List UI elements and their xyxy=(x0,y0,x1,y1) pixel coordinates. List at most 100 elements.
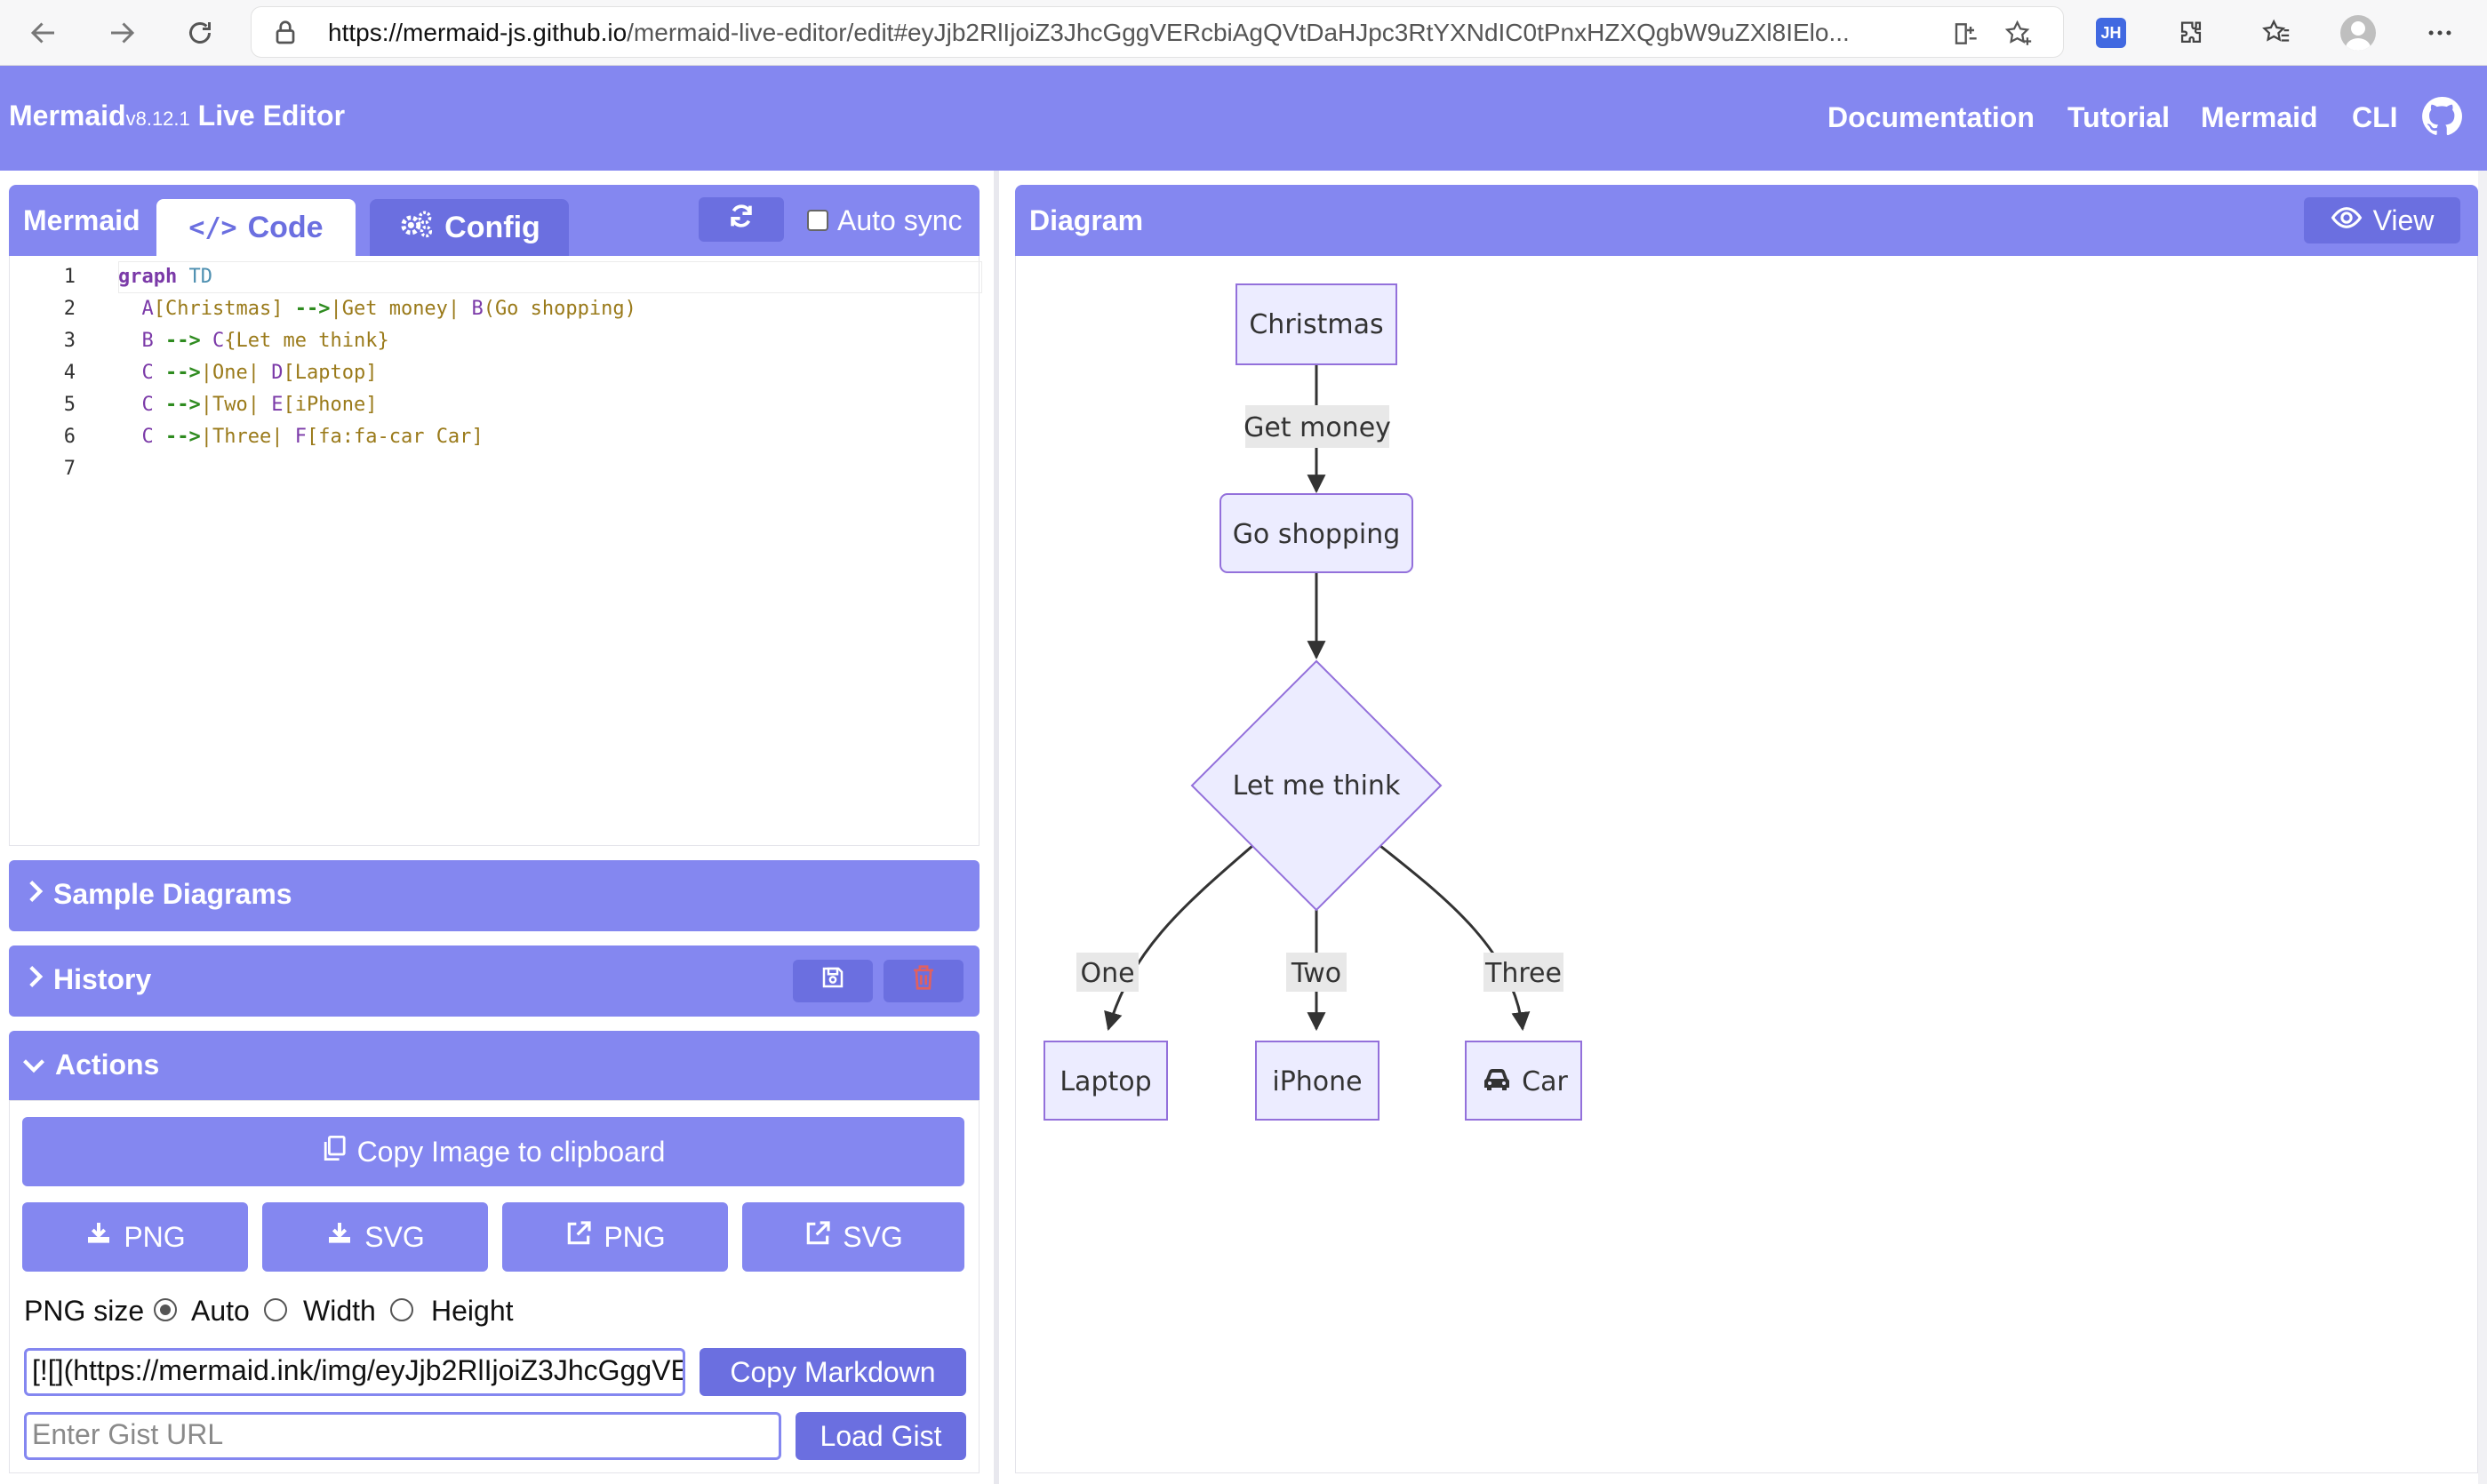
open-svg-button[interactable]: SVG xyxy=(742,1202,964,1272)
add-favorite-icon[interactable] xyxy=(2001,16,2036,52)
tab-config[interactable]: Config xyxy=(370,199,569,256)
code-line-2: A[Christmas] -->|Get money| B(Go shoppin… xyxy=(141,298,636,320)
sample-diagrams-title: Sample Diagrams xyxy=(27,878,292,911)
panel-divider[interactable] xyxy=(994,171,999,1484)
lock-icon xyxy=(269,16,301,48)
save-icon xyxy=(820,964,846,998)
nav-link-cli[interactable]: CLI xyxy=(2352,101,2398,134)
node-christmas-label: Christmas xyxy=(1249,309,1383,340)
reload-icon[interactable] xyxy=(176,9,224,57)
png-size-auto-radio[interactable] xyxy=(154,1298,177,1321)
png-size-label: PNG size xyxy=(24,1295,145,1327)
diagram-panel-title: Diagram xyxy=(1029,204,1144,236)
favorites-icon[interactable] xyxy=(2254,11,2299,55)
line-number: 1 xyxy=(63,266,76,288)
diagram-panel-header: Diagram View xyxy=(1015,185,2478,256)
auto-sync-checkbox[interactable] xyxy=(807,210,828,231)
code-icon: </> xyxy=(188,211,237,243)
edge-label-two: Two xyxy=(1291,958,1341,989)
copy-image-button[interactable]: Copy Image to clipboard xyxy=(22,1117,964,1186)
line-number: 3 xyxy=(63,330,76,352)
address-bar[interactable]: https://mermaid-js.github.io/mermaid-liv… xyxy=(251,6,2064,58)
edge-label-get-money: Get money xyxy=(1244,412,1391,443)
sample-diagrams-accordion[interactable]: Sample Diagrams xyxy=(9,860,980,931)
actions-title: Actions xyxy=(21,1049,159,1081)
code-editor[interactable]: 1 2 3 4 5 6 7 graph TD A[Christmas] -->|… xyxy=(9,256,982,846)
download-icon xyxy=(325,1219,354,1255)
browser-toolbar: https://mermaid-js.github.io/mermaid-liv… xyxy=(0,0,2487,66)
edge-one xyxy=(1104,844,1253,1032)
app-header: Mermaidv8.12.1 Live Editor Documentation… xyxy=(0,66,2487,171)
actions-accordion[interactable]: Actions xyxy=(9,1031,980,1102)
external-link-icon xyxy=(564,1219,593,1255)
line-number: 4 xyxy=(63,362,76,384)
line-number: 2 xyxy=(63,298,76,320)
line-number: 7 xyxy=(63,458,76,480)
chevron-right-icon xyxy=(27,963,44,996)
clear-history-button[interactable] xyxy=(884,960,964,1002)
png-size-width-radio[interactable] xyxy=(264,1298,287,1321)
save-history-button[interactable] xyxy=(793,960,873,1002)
node-go-shopping-label: Go shopping xyxy=(1233,519,1401,550)
edge-label-one: One xyxy=(1080,958,1134,989)
code-line-5: C -->|Two| E[iPhone] xyxy=(141,394,378,416)
url-text: https://mermaid-js.github.io/mermaid-liv… xyxy=(328,19,1850,46)
external-link-icon xyxy=(804,1219,832,1255)
edge-label-three: Three xyxy=(1484,958,1562,989)
tab-code[interactable]: </> Code xyxy=(156,199,356,256)
png-size-height-radio[interactable] xyxy=(390,1298,413,1321)
png-size-width-label[interactable]: Width xyxy=(303,1295,376,1328)
more-menu-icon[interactable] xyxy=(2418,11,2462,55)
line-number: 6 xyxy=(63,426,76,448)
app-title[interactable]: Mermaidv8.12.1 Live Editor xyxy=(9,100,345,132)
open-png-button[interactable]: PNG xyxy=(502,1202,728,1272)
actions-panel: Copy Image to clipboard PNG SVG PNG SVG … xyxy=(9,1100,980,1473)
node-car-label: Car xyxy=(1522,1066,1568,1097)
extension-jh-icon[interactable]: JH xyxy=(2089,11,2133,55)
chevron-right-icon xyxy=(27,878,44,911)
node-iphone-label: iPhone xyxy=(1272,1066,1362,1097)
nav-link-mermaid[interactable]: Mermaid xyxy=(2201,101,2318,134)
load-gist-button[interactable]: Load Gist xyxy=(796,1412,966,1460)
gears-icon xyxy=(398,209,434,247)
profile-avatar[interactable] xyxy=(2336,11,2380,55)
code-line-4: C -->|One| D[Laptop] xyxy=(141,362,378,384)
code-line-3: B --> C{Let me think} xyxy=(141,330,389,352)
png-size-auto-label[interactable]: Auto xyxy=(191,1295,250,1328)
history-title: History xyxy=(27,963,151,996)
download-svg-button[interactable]: SVG xyxy=(262,1202,488,1272)
gist-url-input[interactable]: Enter Gist URL xyxy=(24,1412,781,1460)
nav-link-documentation[interactable]: Documentation xyxy=(1827,101,2035,134)
view-button[interactable]: View xyxy=(2304,197,2460,243)
png-size-height-label[interactable]: Height xyxy=(431,1295,514,1328)
copy-markdown-button[interactable]: Copy Markdown xyxy=(700,1348,966,1396)
sync-icon xyxy=(726,201,756,238)
extensions-puzzle-icon[interactable] xyxy=(2169,11,2213,55)
diagram-canvas[interactable]: Get money One Two Three Christmas Go sho… xyxy=(1015,256,2478,1473)
editor-panel-header: Mermaid </> Code Config Auto sync xyxy=(9,185,980,256)
copy-icon xyxy=(322,1134,347,1169)
history-accordion[interactable]: History xyxy=(9,945,980,1017)
editor-panel-title: Mermaid xyxy=(23,204,140,236)
trash-icon xyxy=(911,964,936,998)
chevron-down-icon xyxy=(21,1049,46,1081)
current-line-highlight xyxy=(118,261,982,293)
markdown-link-input[interactable]: [![](https://mermaid.ink/img/eyJjb2RlIjo… xyxy=(24,1348,685,1396)
back-icon[interactable] xyxy=(20,9,68,57)
split-screen-icon[interactable] xyxy=(1949,16,1985,52)
forward-icon[interactable] xyxy=(98,9,146,57)
download-png-button[interactable]: PNG xyxy=(22,1202,248,1272)
node-laptop-label: Laptop xyxy=(1060,1066,1151,1097)
download-icon xyxy=(84,1219,113,1255)
edge-three xyxy=(1379,844,1531,1032)
code-line-6: C -->|Three| F[fa:fa-car Car] xyxy=(141,426,484,448)
page-scrollbar[interactable] xyxy=(2478,171,2487,1484)
eye-icon xyxy=(2331,204,2363,237)
github-icon[interactable] xyxy=(2421,96,2462,137)
line-number: 5 xyxy=(63,394,76,416)
auto-sync-label[interactable]: Auto sync xyxy=(837,204,963,237)
sync-button[interactable] xyxy=(699,197,784,242)
nav-link-tutorial[interactable]: Tutorial xyxy=(2067,101,2170,134)
node-let-me-think-label: Let me think xyxy=(1233,770,1401,802)
code-line-1: graph TD xyxy=(118,266,212,288)
